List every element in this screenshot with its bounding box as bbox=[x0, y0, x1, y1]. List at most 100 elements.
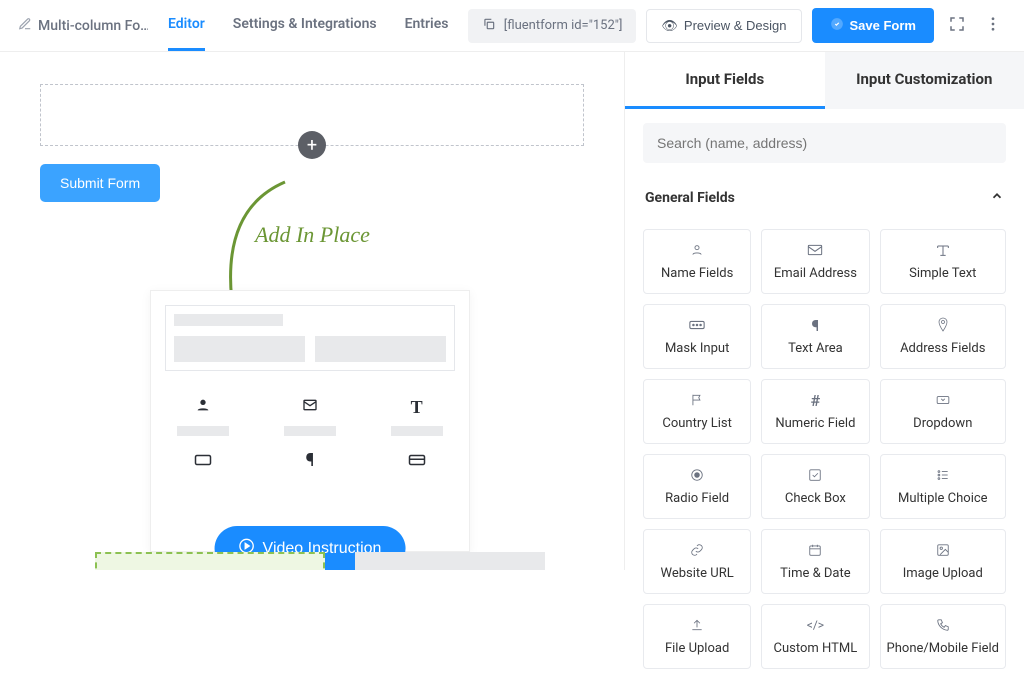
check-circle-icon bbox=[830, 17, 844, 34]
submit-button[interactable]: Submit Form bbox=[40, 164, 160, 202]
sidebar: Input Fields Input Customization General… bbox=[624, 52, 1024, 570]
code-icon: </> bbox=[768, 615, 862, 635]
field-name-fields[interactable]: Name Fields bbox=[643, 229, 751, 294]
topbar: Multi-column Fo… Editor Settings & Integ… bbox=[0, 0, 1024, 52]
field-label: Name Fields bbox=[650, 266, 744, 281]
field-label: Simple Text bbox=[887, 266, 999, 281]
field-time-date[interactable]: Time & Date bbox=[761, 529, 869, 594]
eye-icon: 👁 bbox=[661, 18, 678, 34]
caret-icon bbox=[887, 390, 999, 410]
field-website-url[interactable]: Website URL bbox=[643, 529, 751, 594]
radio-icon bbox=[650, 465, 744, 485]
list-icon bbox=[887, 465, 999, 485]
field-label: Check Box bbox=[768, 491, 862, 506]
field-radio-field[interactable]: Radio Field bbox=[643, 454, 751, 519]
field-label: File Upload bbox=[650, 641, 744, 656]
check-icon bbox=[768, 465, 862, 485]
fullscreen-button[interactable] bbox=[944, 11, 970, 40]
field-label: Radio Field bbox=[650, 491, 744, 506]
field-file-upload[interactable]: File Upload bbox=[643, 604, 751, 669]
demo-icon-grid: T ¶ bbox=[165, 397, 455, 471]
demo-placeholder bbox=[165, 305, 455, 371]
field-text-area[interactable]: ¶ Text Area bbox=[761, 304, 869, 369]
field-image-upload[interactable]: Image Upload bbox=[880, 529, 1006, 594]
sidebar-tabs: Input Fields Input Customization bbox=[625, 52, 1024, 109]
main-tabs: Editor Settings & Integrations Entries bbox=[168, 0, 448, 51]
search-input[interactable] bbox=[643, 123, 1006, 163]
paragraph-icon: ¶ bbox=[768, 315, 862, 335]
field-email-address[interactable]: Email Address bbox=[761, 229, 869, 294]
mask-icon bbox=[650, 315, 744, 335]
tab-entries[interactable]: Entries bbox=[405, 0, 449, 51]
dropzone[interactable]: + bbox=[40, 84, 584, 146]
mail-icon bbox=[284, 397, 336, 418]
green-dashed-box bbox=[95, 552, 325, 570]
field-check-box[interactable]: Check Box bbox=[761, 454, 869, 519]
field-address-fields[interactable]: Address Fields bbox=[880, 304, 1006, 369]
add-button[interactable]: + bbox=[298, 131, 326, 159]
field-label: Text Area bbox=[768, 341, 862, 356]
save-label: Save Form bbox=[850, 18, 916, 33]
field-label: Mask Input bbox=[650, 341, 744, 356]
field-simple-text[interactable]: Simple Text bbox=[880, 229, 1006, 294]
save-button[interactable]: Save Form bbox=[812, 8, 934, 43]
field-phone-mobile-field[interactable]: Phone/Mobile Field bbox=[880, 604, 1006, 669]
image-icon bbox=[887, 540, 999, 560]
copy-icon bbox=[482, 17, 496, 35]
field-label: Country List bbox=[650, 416, 744, 431]
field-label: Custom HTML bbox=[768, 641, 862, 656]
canvas: + Submit Form Add In Place T ¶ bbox=[0, 52, 624, 570]
demo-card: T ¶ Video Instruction bbox=[150, 290, 470, 552]
flag-icon bbox=[650, 390, 744, 410]
form-name-text: Multi-column Fo… bbox=[38, 18, 148, 34]
edit-icon bbox=[18, 17, 32, 35]
calendar-icon bbox=[768, 540, 862, 560]
phone-icon bbox=[887, 615, 999, 635]
person-icon bbox=[177, 397, 229, 418]
hash-icon: # bbox=[768, 390, 862, 410]
tab-settings[interactable]: Settings & Integrations bbox=[233, 0, 377, 51]
form-name[interactable]: Multi-column Fo… bbox=[18, 17, 148, 35]
field-label: Email Address bbox=[768, 266, 862, 281]
field-label: Time & Date bbox=[768, 566, 862, 581]
link-icon bbox=[650, 540, 744, 560]
field-country-list[interactable]: Country List bbox=[643, 379, 751, 444]
add-in-place-label: Add In Place bbox=[255, 222, 370, 248]
mask-icon bbox=[194, 450, 212, 471]
field-mask-input[interactable]: Mask Input bbox=[643, 304, 751, 369]
field-label: Address Fields bbox=[887, 341, 999, 356]
preview-button[interactable]: 👁 Preview & Design bbox=[646, 9, 801, 43]
below-shapes bbox=[95, 552, 545, 570]
field-numeric-field[interactable]: # Numeric Field bbox=[761, 379, 869, 444]
field-label: Dropdown bbox=[887, 416, 999, 431]
field-label: Multiple Choice bbox=[887, 491, 999, 506]
text-icon: T bbox=[391, 397, 443, 418]
chevron-up-icon bbox=[990, 189, 1004, 207]
field-label: Phone/Mobile Field bbox=[887, 641, 999, 656]
field-label: Image Upload bbox=[887, 566, 999, 581]
card-icon bbox=[408, 450, 426, 471]
pin-icon bbox=[887, 315, 999, 335]
tab-editor[interactable]: Editor bbox=[168, 0, 205, 51]
field-custom-html[interactable]: </> Custom HTML bbox=[761, 604, 869, 669]
main: + Submit Form Add In Place T ¶ bbox=[0, 52, 1024, 570]
field-dropdown[interactable]: Dropdown bbox=[880, 379, 1006, 444]
field-label: Numeric Field bbox=[768, 416, 862, 431]
search-wrap bbox=[625, 109, 1024, 177]
plus-icon: + bbox=[307, 135, 317, 156]
field-multiple-choice[interactable]: Multiple Choice bbox=[880, 454, 1006, 519]
field-label: Website URL bbox=[650, 566, 744, 581]
topbar-right: [fluentform id="152"] 👁 Preview & Design… bbox=[468, 8, 1006, 43]
upload-icon bbox=[650, 615, 744, 635]
tab-input-customization[interactable]: Input Customization bbox=[825, 52, 1024, 109]
tab-input-fields[interactable]: Input Fields bbox=[625, 52, 825, 109]
paragraph-icon: ¶ bbox=[306, 450, 315, 471]
text-icon bbox=[887, 240, 999, 260]
mail-icon bbox=[768, 240, 862, 260]
grey-placeholder-box bbox=[355, 552, 545, 570]
more-button[interactable] bbox=[980, 11, 1006, 40]
section-general-fields[interactable]: General Fields bbox=[625, 177, 1024, 219]
section-title: General Fields bbox=[645, 190, 735, 206]
shortcode-box[interactable]: [fluentform id="152"] bbox=[468, 9, 637, 43]
field-grid: Name Fields Email Address Simple Text Mask … bbox=[625, 219, 1024, 679]
